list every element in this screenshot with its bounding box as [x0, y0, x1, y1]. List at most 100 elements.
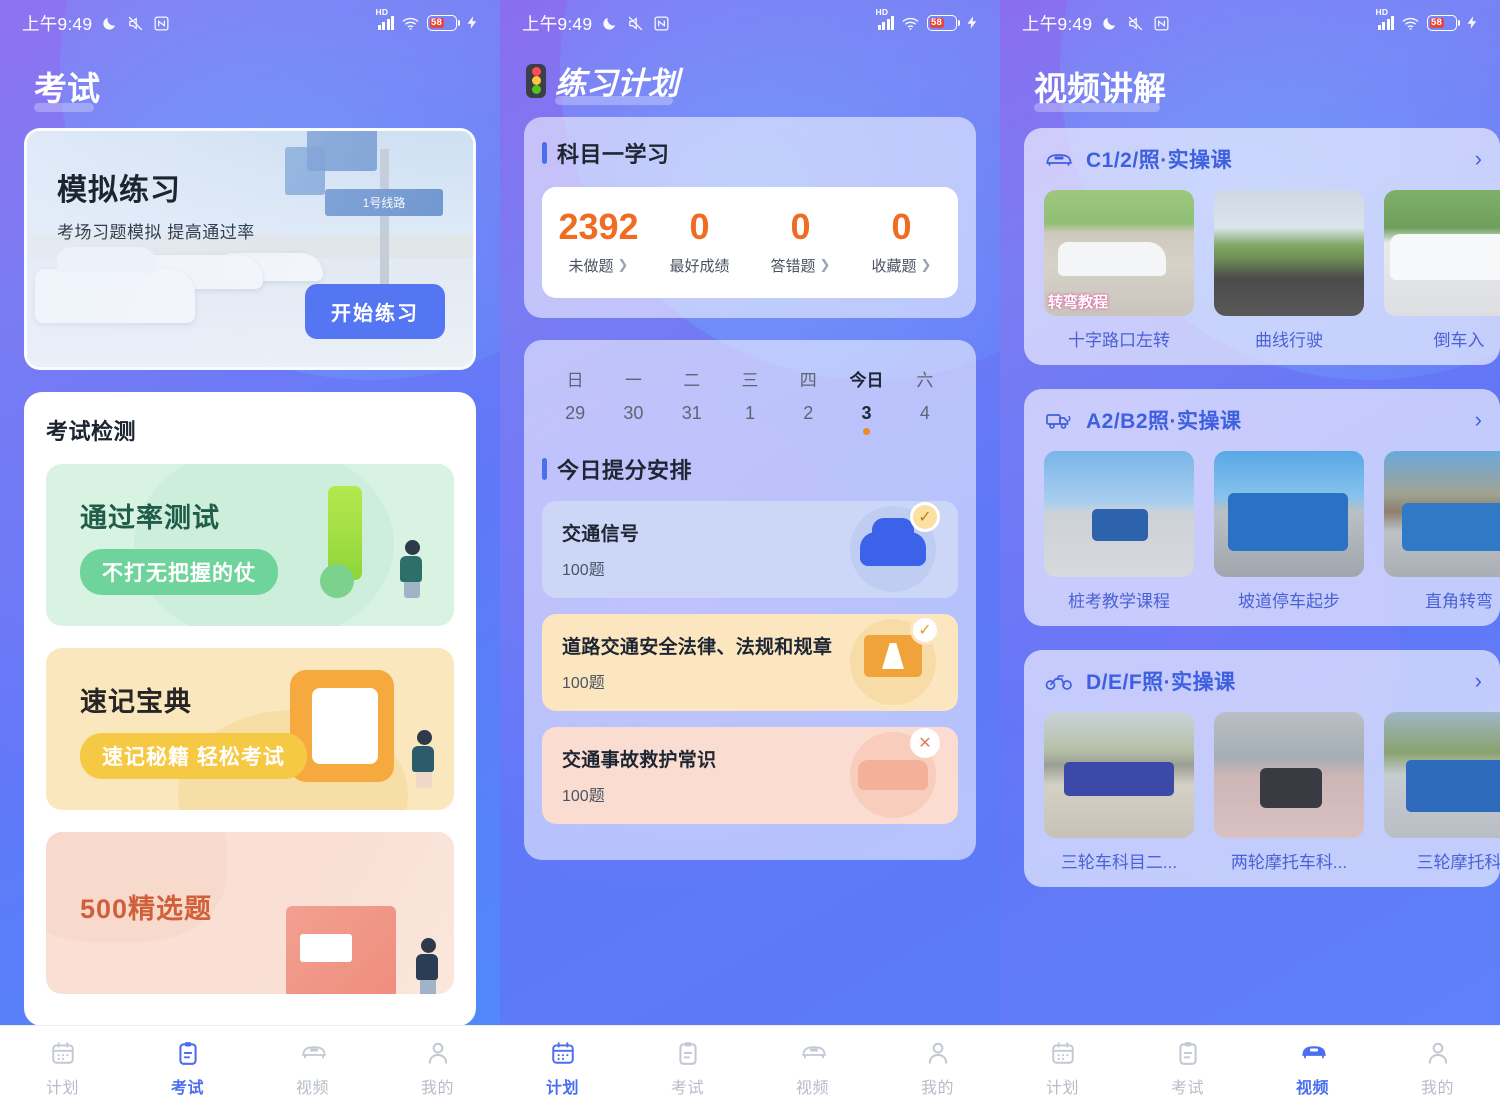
person-illustration: [412, 730, 436, 788]
video-item[interactable]: 三轮摩托科: [1384, 712, 1500, 873]
chevron-right-icon[interactable]: ›: [1475, 146, 1482, 172]
stat-favorites[interactable]: 0 收藏题 ❯: [851, 207, 952, 276]
chevron-right-icon[interactable]: ›: [1475, 407, 1482, 433]
video-caption: 十字路口左转: [1068, 331, 1170, 350]
video-item[interactable]: 直角转弯: [1384, 451, 1500, 612]
tab-mine[interactable]: 我的: [875, 1040, 1000, 1098]
video-thumbnail[interactable]: [1214, 190, 1364, 316]
video-thumbnail[interactable]: [1044, 451, 1194, 577]
tab-exam[interactable]: 考试: [1125, 1040, 1250, 1098]
promo-pill: 不打无把握的仗: [80, 548, 278, 595]
practice-banner[interactable]: 1号线路 模拟练习 考场习题模拟 提高通过率 开始练习: [24, 128, 476, 370]
status-time: 上午9:49: [522, 13, 593, 34]
video-item[interactable]: 两轮摩托车科...: [1214, 712, 1364, 873]
tab-plan[interactable]: 计划: [1000, 1040, 1125, 1098]
tab-video[interactable]: 视频: [1250, 1040, 1375, 1098]
tab-video[interactable]: 视频: [250, 1040, 375, 1098]
video-section-name: D/E/F照·实操课: [1086, 671, 1236, 694]
video-thumbnail[interactable]: [1044, 712, 1194, 838]
car-icon: [1044, 148, 1074, 170]
calendar-day[interactable]: 三1: [721, 366, 779, 435]
plan-content: 科目一学习 2392 未做题 ❯ 0 最好成绩 0 答错题 ❯ 0 收藏题 ❯ …: [500, 117, 1000, 1025]
task-item[interactable]: 道路交通安全法律、法规和规章 100题 ✓: [542, 613, 958, 711]
stat-wrong[interactable]: 0 答错题 ❯: [750, 207, 851, 276]
video-thumbnail[interactable]: [1214, 712, 1364, 838]
status-bar-right: HD 58: [1376, 7, 1483, 32]
tab-mine[interactable]: 我的: [375, 1040, 500, 1098]
task-item[interactable]: 交通事故救护常识 100题 ✕: [542, 726, 958, 824]
tab-label: 视频: [1295, 1079, 1329, 1097]
video-thumbnail[interactable]: [1384, 190, 1500, 316]
promo-card-mnemonics[interactable]: 速记宝典 速记秘籍 轻松考试: [46, 648, 454, 810]
stat-value: 0: [689, 206, 710, 247]
tab-label: 考试: [170, 1079, 204, 1097]
calendar-day[interactable]: 六4: [896, 366, 954, 435]
calendar-weekday: 二: [683, 370, 701, 390]
video-section-header[interactable]: A2/B2照·实操课 ›: [1024, 405, 1500, 435]
battery-icon: 58: [1427, 15, 1460, 31]
status-bar: 上午9:49 HD 58: [1000, 0, 1500, 46]
calendar-day[interactable]: 日 29: [546, 366, 604, 435]
tab-exam[interactable]: 考试: [125, 1040, 250, 1098]
video-list[interactable]: 桩考教学课程 坡道停车起步 直角转弯: [1024, 435, 1500, 612]
video-list[interactable]: 转弯教程 十字路口左转 曲线行驶 倒车入: [1024, 174, 1500, 351]
video-item[interactable]: 曲线行驶: [1214, 190, 1364, 351]
calendar-weekday: 四: [799, 370, 817, 390]
video-item[interactable]: 倒车入: [1384, 190, 1500, 351]
section-title: 考试检测: [46, 414, 136, 446]
tab-mine[interactable]: 我的: [1375, 1040, 1500, 1098]
video-item[interactable]: 转弯教程 十字路口左转: [1044, 190, 1194, 351]
calendar-date: 30: [623, 402, 644, 423]
stat-value: 0: [790, 206, 811, 247]
task-item[interactable]: 交通信号 100题 ✓: [542, 500, 958, 598]
video-list[interactable]: 三轮车科目二... 两轮摩托车科... 三轮摩托科: [1024, 696, 1500, 873]
tab-label: 我的: [420, 1079, 454, 1097]
video-section-name: C1/2/照·实操课: [1086, 149, 1233, 172]
calendar-day-today[interactable]: 今日 3: [837, 366, 895, 435]
start-practice-button[interactable]: 开始练习: [305, 284, 445, 339]
page-title-text: 视频讲解: [1034, 62, 1166, 112]
stat-label-wrap: 最好成绩: [649, 255, 750, 276]
stat-label-wrap: 未做题 ❯: [548, 255, 649, 276]
video-item[interactable]: 坡道停车起步: [1214, 451, 1364, 612]
status-bar-left: 上午9:49: [1022, 11, 1170, 36]
promo-title: 通过率测试: [80, 502, 220, 533]
stat-undone[interactable]: 2392 未做题 ❯: [548, 207, 649, 276]
calendar-weekday: 今日: [849, 370, 884, 390]
calendar-date: 29: [565, 402, 586, 423]
status-badge-cross: ✕: [910, 728, 940, 759]
page-title: 考试: [0, 46, 500, 128]
calendar-day[interactable]: 四2: [779, 366, 837, 435]
stat-best-score[interactable]: 0 最好成绩: [649, 207, 750, 276]
calendar-day[interactable]: 二 31: [663, 366, 721, 435]
video-section-header[interactable]: D/E/F照·实操课 ›: [1024, 666, 1500, 696]
calendar-day[interactable]: 一 30: [604, 366, 662, 435]
stat-value: 0: [891, 206, 912, 247]
chevron-right-icon[interactable]: ›: [1475, 668, 1482, 694]
charging-icon: [965, 15, 982, 32]
video-section-header[interactable]: C1/2/照·实操课 ›: [1024, 144, 1500, 174]
calendar-date: 2: [803, 402, 814, 423]
status-bar-right: HD 58: [376, 7, 483, 32]
tab-plan[interactable]: 计划: [500, 1040, 625, 1098]
tab-exam[interactable]: 考试: [625, 1040, 750, 1098]
status-bar-right: HD 58: [876, 7, 983, 32]
video-thumbnail[interactable]: [1384, 451, 1500, 577]
video-thumbnail[interactable]: [1214, 451, 1364, 577]
tab-label: 计划: [545, 1079, 579, 1097]
video-item[interactable]: 三轮车科目二...: [1044, 712, 1194, 873]
video-caption: 三轮车科目二...: [1060, 853, 1178, 872]
video-thumbnail[interactable]: [1384, 712, 1500, 838]
stat-label: 未做题: [568, 257, 614, 275]
banner-subheading: 考场习题模拟 提高通过率: [57, 223, 255, 242]
tab-video[interactable]: 视频: [750, 1040, 875, 1098]
moon-icon: [101, 15, 118, 32]
thumbnail-overlay-text: 转弯教程: [1048, 294, 1109, 311]
video-item[interactable]: 桩考教学课程: [1044, 451, 1194, 612]
nfc-icon: [653, 15, 670, 32]
video-thumbnail[interactable]: 转弯教程: [1044, 190, 1194, 316]
promo-card-pass-rate[interactable]: 通过率测试 不打无把握的仗: [46, 464, 454, 626]
tab-plan[interactable]: 计划: [0, 1040, 125, 1098]
promo-card-selected-questions[interactable]: 500精选题: [46, 832, 454, 994]
mute-icon: [127, 15, 144, 32]
